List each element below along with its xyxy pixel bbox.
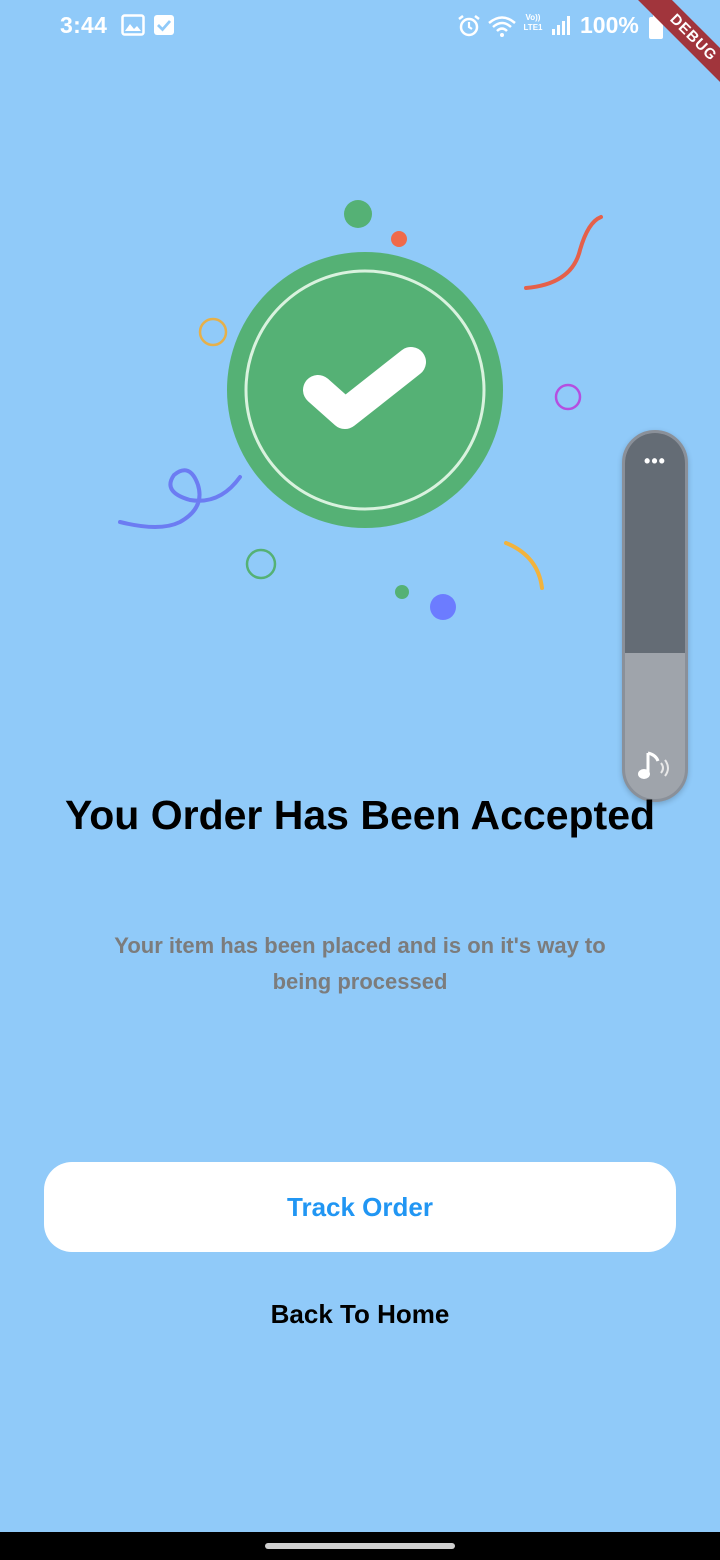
page-subtitle: Your item has been placed and is on it's… [114, 933, 606, 994]
confetti-dot-small-green [395, 585, 409, 599]
system-nav-bar [0, 1532, 720, 1560]
battery-percent: 100% [580, 12, 639, 38]
confetti-dot-green [344, 200, 372, 228]
page-title: You Order Has Been Accepted [64, 792, 656, 838]
alarm-icon [458, 15, 480, 37]
confetti-loop-blue [118, 468, 242, 529]
confetti-dot-red [391, 231, 407, 247]
confetti-dot-blue [430, 594, 456, 620]
wifi-icon [488, 16, 516, 37]
confetti-ring-yellow [198, 317, 228, 347]
music-note-icon[interactable] [636, 749, 676, 785]
volte-indicator: Vo)) LTE1 [523, 13, 543, 32]
signal-icon [552, 16, 570, 35]
volume-panel[interactable]: ••• [622, 430, 688, 802]
status-bar: 3:44 Vo)) LTE1 100% [0, 0, 720, 56]
status-time: 3:44 [60, 12, 108, 38]
track-order-button[interactable]: Track Order [44, 1162, 676, 1252]
task-check-icon [154, 15, 174, 35]
confetti-ring-green [245, 548, 277, 580]
more-dots-icon[interactable]: ••• [625, 451, 685, 471]
gallery-icon [121, 14, 145, 36]
confetti-ring-purple [554, 383, 582, 411]
order-accepted-illustration [118, 200, 603, 620]
confetti-arc-yellow [504, 541, 544, 590]
home-gesture-handle[interactable] [265, 1543, 455, 1549]
back-to-home-button[interactable]: Back To Home [160, 1290, 560, 1338]
confetti-squiggle-red [524, 215, 603, 290]
